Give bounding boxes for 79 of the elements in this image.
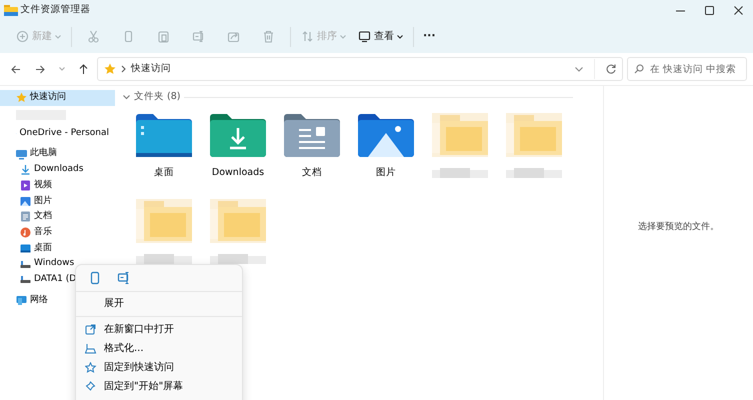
nav-item[interactable]: 此电脑: [0, 146, 115, 162]
menu-item[interactable]: 固定到快速访问: [76, 358, 242, 377]
forward-arrow-icon: [35, 64, 45, 74]
folder-item[interactable]: 图片: [349, 104, 423, 190]
pictures-folder-icon: [358, 113, 414, 158]
view-button[interactable]: 查看: [352, 26, 409, 47]
copy-icon: [88, 271, 101, 285]
star-icon: [16, 92, 27, 104]
menu-item[interactable]: 在新窗口中打开: [76, 320, 242, 339]
menu-item[interactable]: 展开: [76, 294, 242, 313]
caret-icon: [397, 34, 403, 38]
address-path[interactable]: 快速访问: [131, 62, 171, 76]
pin-icon: [85, 380, 97, 392]
scissors-icon: [87, 30, 100, 43]
star-outline-icon: [85, 362, 97, 374]
window-title: 文件资源管理器: [20, 2, 90, 17]
nav-item[interactable]: Downloads: [0, 162, 115, 178]
dropdown-icon: [575, 66, 583, 72]
search-icon: [634, 64, 644, 74]
rename-icon: [192, 30, 205, 43]
desktop-icon: [20, 242, 31, 254]
trash-icon: [262, 30, 275, 43]
blurred-folder-icon: [506, 113, 562, 158]
address-bar[interactable]: 快速访问: [97, 57, 623, 81]
rename-icon: [117, 271, 130, 285]
blurred-folder-icon: [432, 113, 488, 158]
nav-item[interactable]: Windows: [0, 256, 115, 272]
drive-format-icon: [85, 342, 97, 354]
video-icon: [20, 180, 31, 192]
menu-item[interactable]: 格式化...: [76, 339, 242, 358]
copy-icon: [122, 30, 135, 43]
picture-icon: [20, 196, 31, 207]
close-icon: [734, 6, 743, 14]
document-icon: [20, 211, 31, 222]
nav-item[interactable]: 音乐: [0, 224, 115, 240]
preview-message: 选择要预览的文件。: [638, 221, 719, 234]
external-link-icon: [85, 324, 97, 336]
back-arrow-icon: [11, 64, 21, 74]
folder-item[interactable]: Downloads: [201, 104, 275, 190]
folder-item[interactable]: 文档: [275, 104, 349, 190]
drive-icon: [20, 258, 31, 270]
network-icon: [16, 294, 27, 306]
more-button[interactable]: ···: [418, 25, 441, 48]
download-folder-icon: [210, 113, 266, 158]
group-header[interactable]: 文件夹 (8): [134, 90, 180, 104]
star-icon: [104, 63, 116, 75]
nav-item[interactable]: 快速访问: [0, 90, 115, 106]
caret-icon: [55, 34, 61, 38]
blurred-folder-icon: [136, 199, 192, 244]
folder-icon: [4, 4, 18, 16]
blurred-label: [506, 166, 562, 178]
blurred-folder-icon: [210, 199, 266, 244]
up-arrow-icon: [79, 64, 88, 74]
nav-item[interactable]: 文档: [0, 209, 115, 225]
share-icon: [227, 30, 240, 43]
download-icon: [20, 164, 31, 176]
blurred-label: [432, 166, 488, 178]
caret-icon: [340, 34, 346, 38]
caret-icon: [59, 67, 65, 71]
documents-folder-icon: [284, 113, 340, 158]
plus-icon: [16, 30, 29, 43]
maximize-icon: [705, 6, 714, 14]
nav-item[interactable]: OneDrive - Personal: [0, 126, 115, 142]
refresh-icon: [606, 64, 616, 74]
desktop-folder-icon: [136, 113, 192, 158]
drive-icon: [20, 274, 31, 286]
menu-item[interactable]: 固定到"开始"屏幕: [76, 377, 242, 396]
nav-item[interactable]: 图片: [0, 193, 115, 210]
folder-item[interactable]: 桌面: [127, 104, 201, 190]
monitor-icon: [16, 148, 27, 160]
search-field[interactable]: 在 快速访问 中搜索: [627, 57, 747, 81]
nav-item[interactable]: 桌面: [0, 240, 115, 256]
sort-icon: [301, 30, 314, 43]
music-icon: [20, 227, 31, 238]
chevron-icon: [123, 94, 130, 100]
nav-item[interactable]: 视频: [0, 178, 115, 194]
monitor-icon: [358, 30, 371, 43]
clipboard-icon: [157, 30, 170, 43]
chevron-icon: [121, 65, 126, 73]
